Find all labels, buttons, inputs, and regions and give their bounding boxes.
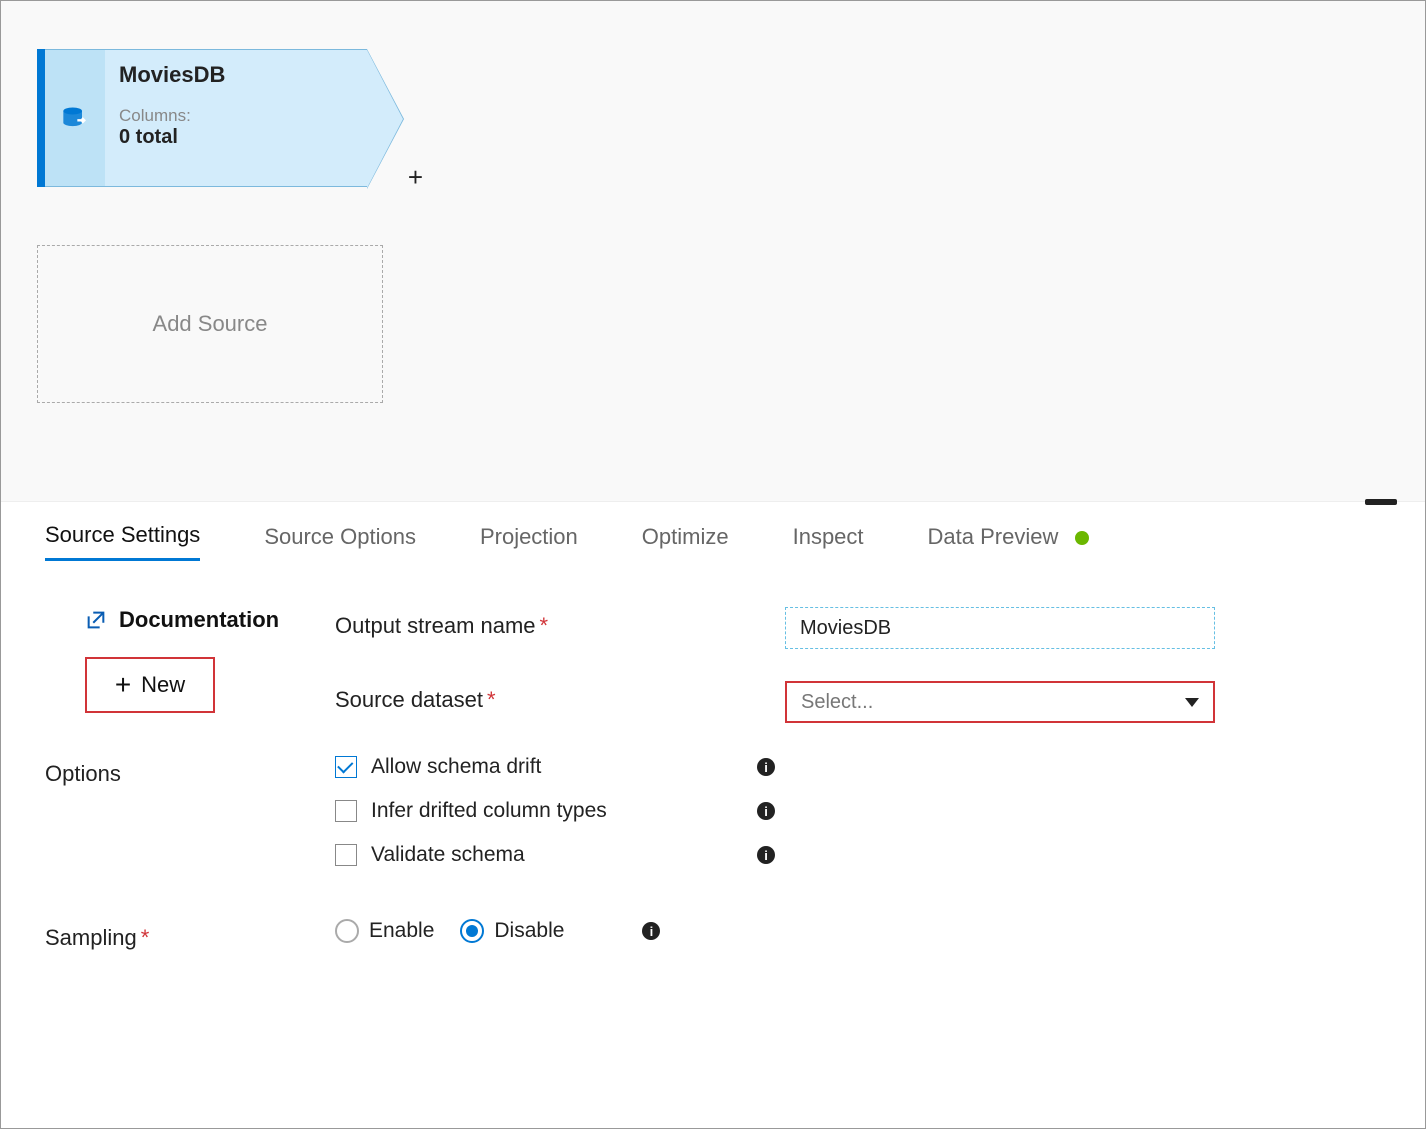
option-label: Infer drifted column types (371, 799, 607, 823)
tab-data-preview[interactable]: Data Preview (928, 524, 1089, 560)
source-dataset-select[interactable]: Select... (785, 681, 1215, 723)
tab-source-options[interactable]: Source Options (264, 524, 416, 560)
node-columns-label: Columns: (119, 106, 353, 126)
info-icon[interactable]: i (757, 846, 775, 864)
checkbox-infer-drifted[interactable] (335, 800, 357, 822)
option-infer-drifted-column-types[interactable]: Infer drifted column types i (335, 799, 895, 823)
node-body: MoviesDB Columns: 0 total (105, 49, 367, 187)
radio-disable-label: Disable (494, 919, 564, 943)
source-dataset-placeholder: Select... (801, 691, 873, 714)
sampling-text: Sampling (45, 925, 137, 950)
panel-resize-handle[interactable] (1365, 499, 1397, 505)
info-icon[interactable]: i (757, 802, 775, 820)
source-dataset-label: Source dataset* (335, 681, 775, 713)
sampling-label: Sampling* (45, 919, 325, 951)
node-columns-count: 0 total (119, 126, 353, 149)
documentation-label: Documentation (119, 607, 279, 633)
tab-projection[interactable]: Projection (480, 524, 578, 560)
sampling-group: Enable Disable i (335, 919, 895, 943)
node-accent-bar (37, 49, 45, 187)
add-source-label: Add Source (153, 311, 268, 337)
database-source-icon (61, 104, 89, 132)
options-group: Allow schema drift i Infer drifted colum… (335, 755, 895, 887)
info-icon[interactable]: i (642, 922, 660, 940)
radio-enable[interactable] (335, 919, 359, 943)
new-button-label: New (141, 672, 185, 698)
external-link-icon (85, 609, 107, 631)
source-settings-form: Output stream name* Documentation + New … (1, 561, 1425, 951)
option-validate-schema[interactable]: Validate schema i (335, 843, 895, 867)
add-source-placeholder[interactable]: Add Source (37, 245, 383, 403)
output-stream-name-text: Output stream name (335, 613, 536, 638)
option-allow-schema-drift[interactable]: Allow schema drift i (335, 755, 895, 779)
options-label: Options (45, 755, 325, 787)
info-icon[interactable]: i (757, 758, 775, 776)
tab-inspect[interactable]: Inspect (793, 524, 864, 560)
tab-optimize[interactable]: Optimize (642, 524, 729, 560)
add-transformation-button[interactable]: + (408, 162, 423, 193)
chevron-down-icon (1185, 698, 1199, 707)
node-title: MoviesDB (119, 62, 353, 88)
settings-tab-strip: Source Settings Source Options Projectio… (1, 501, 1425, 561)
data-flow-canvas[interactable]: MoviesDB Columns: 0 total + Add Source (1, 1, 1425, 501)
plus-icon: + (115, 671, 131, 699)
output-stream-name-input[interactable] (785, 607, 1215, 649)
option-label: Allow schema drift (371, 755, 541, 779)
required-asterisk: * (487, 687, 496, 712)
radio-disable[interactable] (460, 919, 484, 943)
option-label: Validate schema (371, 843, 525, 867)
required-asterisk: * (540, 613, 549, 638)
checkbox-allow-schema-drift[interactable] (335, 756, 357, 778)
source-node-moviesdb[interactable]: MoviesDB Columns: 0 total + (37, 49, 367, 187)
required-asterisk: * (141, 925, 150, 950)
tab-source-settings[interactable]: Source Settings (45, 522, 200, 561)
sampling-enable-option[interactable]: Enable (335, 919, 434, 943)
new-dataset-button[interactable]: + New (85, 657, 215, 713)
node-arrow (367, 50, 403, 188)
documentation-link[interactable]: Documentation (85, 607, 325, 633)
sampling-disable-option[interactable]: Disable (460, 919, 564, 943)
source-dataset-text: Source dataset (335, 687, 483, 712)
tab-data-preview-label: Data Preview (928, 524, 1059, 549)
node-icon-area (45, 49, 105, 187)
checkbox-validate-schema[interactable] (335, 844, 357, 866)
data-preview-status-dot (1075, 531, 1089, 545)
radio-enable-label: Enable (369, 919, 434, 943)
output-stream-name-label: Output stream name* (335, 607, 775, 639)
